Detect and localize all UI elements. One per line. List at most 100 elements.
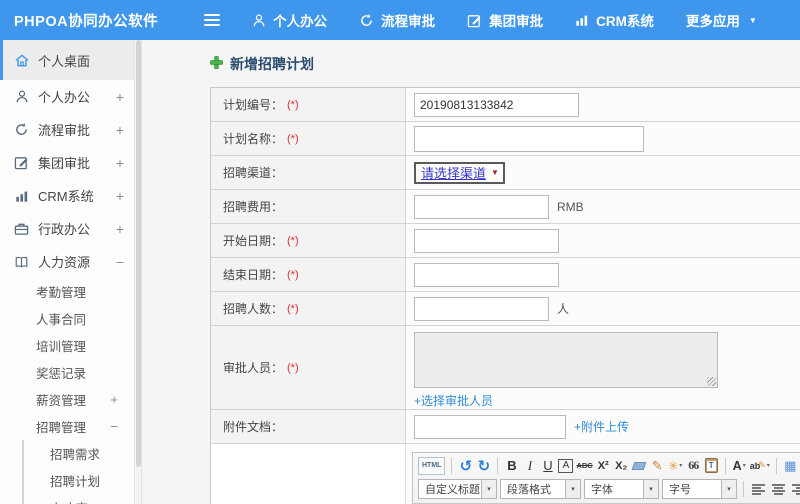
field-label: 审批人员：: [223, 361, 284, 375]
sidebar-item-human-resources[interactable]: 人力资源 −: [0, 245, 134, 278]
editor-toolbar-row1: HTML ↺ ↻ B I U A ABC X² X₂ ✎ ✳ ▾ 66 T A …: [413, 453, 800, 478]
field-label: 开始日期：: [223, 234, 284, 248]
caret-down-icon: ▾: [565, 480, 580, 498]
plan-name-input[interactable]: [414, 125, 644, 152]
caret-down-icon: ▾: [766, 463, 770, 469]
font-size-dropdown[interactable]: 字号 ▾: [662, 479, 737, 499]
topnav-group-approval[interactable]: 集团审批: [467, 10, 543, 30]
required-marker: (*): [287, 234, 299, 247]
form-row-fee: 招聘费用： RMB: [211, 190, 800, 224]
approvers-textarea[interactable]: [414, 332, 718, 388]
eraser-icon[interactable]: [631, 457, 647, 475]
custom-heading-dropdown[interactable]: 自定义标题 ▾: [418, 479, 497, 499]
expand-icon[interactable]: +: [110, 392, 118, 407]
person-icon: [252, 13, 266, 28]
expand-icon[interactable]: +: [116, 188, 124, 204]
end-date-input[interactable]: [414, 262, 559, 287]
sidebar-item-crm-system[interactable]: CRM系统 +: [0, 179, 134, 212]
editor-toolbar-row2: 自定义标题▾ 段落格式▾ 字体▾ 字号▾ ∞ ∞: [413, 478, 800, 503]
font-family-dropdown[interactable]: 字体 ▾: [584, 479, 659, 499]
subscript-button[interactable]: X₂: [614, 457, 629, 475]
currency-suffix: RMB: [557, 199, 584, 214]
font-style-button[interactable]: A: [558, 458, 574, 473]
sidebar-scrollbar[interactable]: [134, 40, 141, 504]
collapse-icon[interactable]: −: [116, 254, 124, 270]
attachment-input[interactable]: [414, 414, 566, 439]
scrollbar-thumb[interactable]: [136, 40, 141, 467]
undo-icon[interactable]: ↺: [458, 457, 473, 475]
sidebar-item-training[interactable]: 培训管理: [0, 332, 134, 359]
headcount-input[interactable]: [414, 296, 549, 321]
expand-icon[interactable]: +: [116, 89, 124, 105]
sidebar-item-hr-contract[interactable]: 人事合同: [0, 305, 134, 332]
caret-down-icon: ▾: [481, 480, 496, 498]
resize-handle[interactable]: [707, 377, 716, 386]
top-navigation: 个人办公 流程审批 集团审批 CRM系统 更多应用 ▼: [252, 10, 757, 30]
caret-down-icon: ▾: [721, 480, 736, 498]
highlight-color-button[interactable]: ab ✎ ▾: [750, 457, 770, 475]
field-label: 招聘费用：: [223, 200, 284, 214]
superscript-button[interactable]: X²: [596, 457, 611, 475]
format-brush-icon[interactable]: ✎: [650, 457, 665, 475]
sidebar-item-recruit-demand[interactable]: 招聘需求: [24, 440, 134, 467]
upload-attachment-link[interactable]: +附件上传: [574, 420, 629, 434]
form-row-approvers: 审批人员： (*) +选择审批人员: [211, 326, 800, 410]
table-icon[interactable]: ▦: [783, 457, 798, 475]
form-row-attachment: 附件文档： +附件上传: [211, 410, 800, 444]
caret-down-icon: ▾: [742, 463, 746, 469]
italic-button[interactable]: I: [522, 457, 537, 475]
sidebar-item-personal-office[interactable]: 个人办公 +: [0, 80, 134, 113]
auto-format-icon[interactable]: ✳ ▾: [668, 457, 683, 475]
form-row-content-editor: HTML ↺ ↻ B I U A ABC X² X₂ ✎ ✳ ▾ 66 T A …: [211, 444, 800, 504]
font-color-button[interactable]: A ▾: [732, 457, 747, 475]
chart-icon: [575, 13, 589, 27]
paragraph-format-dropdown[interactable]: 段落格式 ▾: [500, 479, 581, 499]
topnav-personal-office[interactable]: 个人办公: [252, 10, 327, 30]
fee-input[interactable]: [414, 194, 549, 219]
topnav-workflow-approval[interactable]: 流程审批: [359, 10, 435, 30]
form-row-end-date: 结束日期： (*): [211, 258, 800, 292]
blockquote-button[interactable]: 66: [686, 457, 701, 475]
topnav-more-apps[interactable]: 更多应用 ▼: [686, 10, 757, 30]
underline-button[interactable]: U: [540, 457, 555, 475]
sidebar-item-attendance[interactable]: 考勤管理: [0, 278, 134, 305]
required-marker: (*): [287, 98, 299, 111]
recruit-plan-form: 计划编号：(*) 计划名称：(*) 招聘渠道： 请选择渠道 ▼: [210, 87, 800, 504]
sidebar-item-desktop[interactable]: 个人桌面: [0, 40, 134, 80]
expand-icon[interactable]: +: [116, 122, 124, 138]
sidebar-item-group-approval[interactable]: 集团审批 +: [0, 146, 134, 179]
chart-icon: [13, 189, 30, 203]
expand-icon[interactable]: +: [116, 155, 124, 171]
book-icon: [13, 255, 30, 269]
start-date-input[interactable]: [414, 228, 559, 253]
sidebar-item-rewards[interactable]: 奖惩记录: [0, 359, 134, 386]
sidebar-item-admin-office[interactable]: 行政办公 +: [0, 212, 134, 245]
redo-icon[interactable]: ↻: [476, 457, 491, 475]
app-window: PHPOA协同办公软件 个人办公 流程审批 集团审批 CRM系统 更多应用 ▼: [0, 0, 800, 504]
expand-icon[interactable]: +: [116, 221, 124, 237]
sidebar-item-recruit-plan[interactable]: 招聘计划: [24, 467, 134, 494]
sidebar-item-talent-pool[interactable]: 人才库: [24, 494, 134, 504]
html-source-button[interactable]: HTML: [418, 456, 446, 475]
channel-select[interactable]: 请选择渠道 ▼: [414, 161, 505, 184]
align-right-icon[interactable]: [792, 483, 800, 495]
collapse-icon[interactable]: −: [110, 419, 118, 434]
sidebar-item-salary[interactable]: 薪资管理 +: [0, 386, 134, 413]
sidebar-item-recruit-mgmt[interactable]: 招聘管理 −: [0, 413, 134, 440]
align-center-icon[interactable]: [772, 483, 785, 495]
sidebar-item-workflow-approval[interactable]: 流程审批 +: [0, 113, 134, 146]
cycle-icon: [359, 13, 374, 28]
field-label: 附件文档：: [223, 420, 284, 434]
plan-number-input[interactable]: [414, 92, 579, 117]
strikethrough-button[interactable]: ABC: [576, 457, 592, 475]
topnav-crm-system[interactable]: CRM系统: [575, 10, 654, 30]
select-approvers-link[interactable]: +选择审批人员: [414, 392, 493, 409]
hamburger-menu-icon[interactable]: [204, 14, 221, 26]
caret-down-icon: ▼: [491, 168, 499, 177]
paste-icon[interactable]: T: [704, 457, 719, 475]
bold-button[interactable]: B: [504, 457, 519, 475]
home-icon: [13, 53, 30, 68]
person-icon: [13, 89, 30, 104]
align-left-icon[interactable]: [752, 483, 765, 495]
hr-submenu: 考勤管理 人事合同 培训管理 奖惩记录 薪资管理 + 招聘管理 − 招聘需求 招聘计…: [0, 278, 134, 504]
